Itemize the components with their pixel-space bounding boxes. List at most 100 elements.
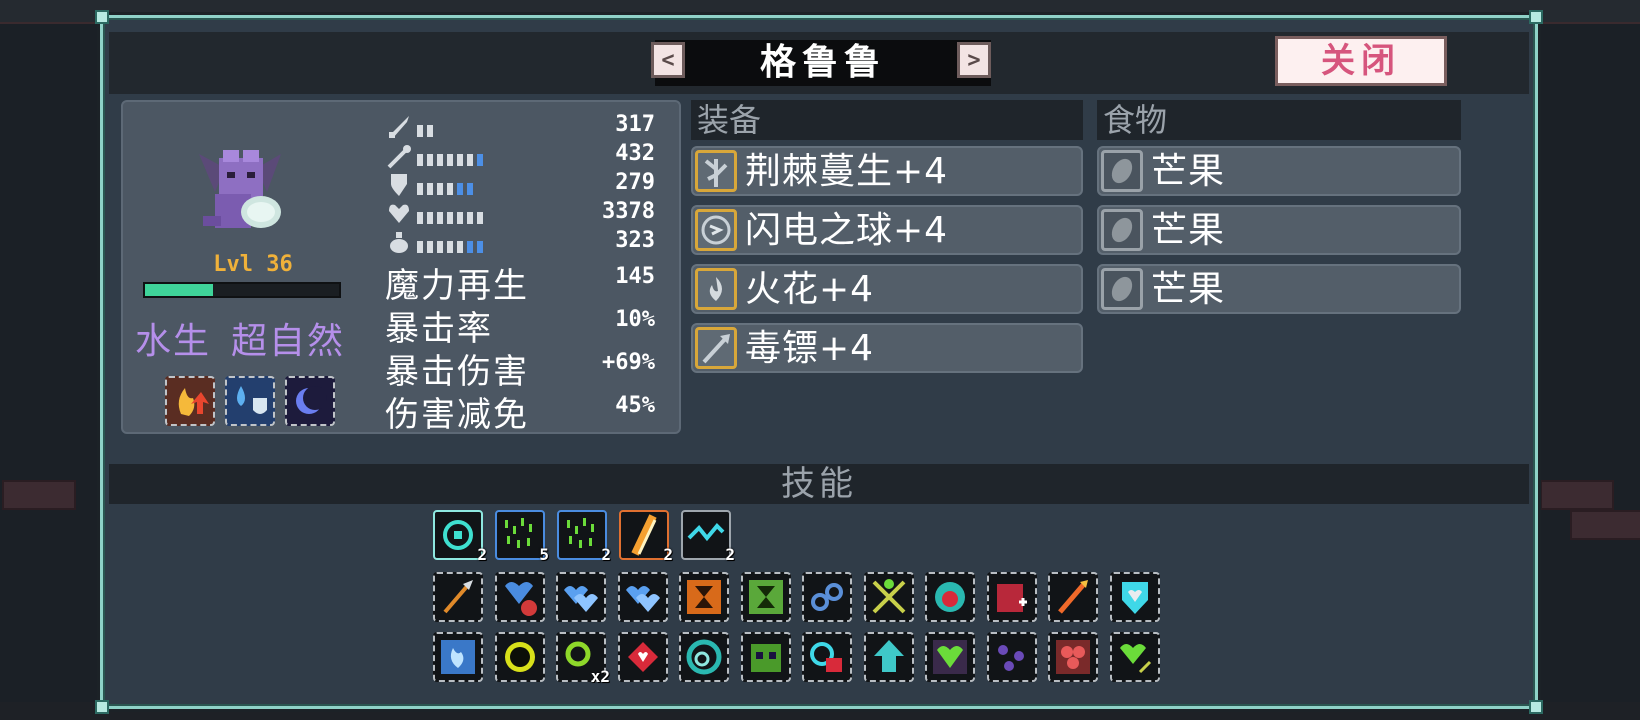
skill-art (873, 640, 904, 672)
panel-corner (1529, 700, 1543, 714)
stat-pip (417, 183, 423, 195)
lightning-wave-icon[interactable]: 2 (681, 510, 735, 564)
equipment-slot[interactable]: 荆棘蔓生+4 (691, 146, 1083, 196)
fire-up-badge-icon[interactable] (165, 376, 215, 426)
stat-pip (447, 212, 453, 224)
monster-info-panel: < > 格鲁鲁 关闭 Lvl 36 水生 超自然 317 432 279 337… (95, 10, 1543, 714)
stat-pip (417, 154, 423, 166)
skill-art (996, 584, 1027, 612)
skill-art (748, 580, 783, 614)
mana-flask-icon (385, 228, 413, 256)
equipment-name: 闪电之球+4 (745, 210, 949, 251)
skill-art (1121, 582, 1148, 614)
stat-row: 3378 (385, 199, 675, 227)
skill-art (504, 582, 537, 616)
stat-label: 魔力再生 (385, 266, 529, 306)
stat-label: 伤害减免 (385, 395, 529, 435)
stat-pips (417, 238, 487, 253)
stat-pip (477, 212, 483, 224)
stat-pips (417, 209, 487, 224)
food-slot[interactable]: 芒果 (1097, 264, 1461, 314)
equipment-slot[interactable]: 闪电之球+4 (691, 205, 1083, 255)
food-slot[interactable]: 芒果 (1097, 146, 1461, 196)
stat-pip (437, 212, 443, 224)
food-header: 食物 (1097, 100, 1461, 140)
food-slot[interactable]: 芒果 (1097, 205, 1461, 255)
stat-pip (457, 212, 463, 224)
panel-corner (95, 700, 109, 714)
stat-pip (447, 183, 453, 195)
stat-pip (467, 212, 473, 224)
bg-brick (1540, 480, 1614, 510)
food-name: 芒果 (1151, 210, 1226, 251)
stat-value: +69% (602, 350, 655, 375)
crosshair-orb-icon[interactable]: 2 (433, 510, 487, 564)
green-ring-icon[interactable]: x2 (556, 632, 610, 686)
green-heart-icon[interactable] (925, 632, 975, 682)
food-name: 芒果 (1151, 151, 1226, 192)
stat-pip (427, 212, 433, 224)
vortex-icon[interactable] (679, 632, 729, 682)
spark-icon (695, 268, 737, 310)
skill-art (687, 580, 721, 614)
stat-pip (457, 183, 463, 195)
heart-shield-icon[interactable] (494, 572, 545, 622)
demon-face-icon[interactable] (740, 632, 791, 682)
moon-badge-icon[interactable] (285, 376, 335, 426)
type-label: 水生 (135, 321, 212, 362)
prev-monster-button[interactable]: < (651, 42, 685, 78)
skill-art (750, 644, 781, 672)
green-rain-icon[interactable]: 5 (495, 510, 549, 564)
bg-brick (2, 480, 76, 510)
red-gem-icon[interactable] (617, 632, 668, 682)
stat-pip (467, 183, 473, 195)
up-arrow-icon[interactable] (863, 632, 914, 682)
close-button[interactable]: 关闭 (1275, 36, 1447, 86)
stat-pip (427, 154, 433, 166)
shield-icon (385, 170, 413, 198)
chain-link-icon[interactable] (802, 572, 852, 622)
equipment-slot[interactable]: 毒镖+4 (691, 323, 1083, 373)
stat-row: 279 (385, 170, 675, 198)
lock-eye-icon[interactable] (802, 632, 852, 682)
purple-orbs-icon[interactable] (986, 632, 1037, 682)
crossed-wands-icon[interactable] (863, 572, 914, 622)
water-shield-badge-icon[interactable] (225, 376, 275, 426)
blue-flame-icon[interactable] (433, 632, 483, 682)
skill-art (441, 640, 475, 674)
skull-orb-icon[interactable] (925, 572, 975, 622)
next-monster-button[interactable]: > (957, 42, 991, 78)
skill-count: x2 (590, 667, 610, 686)
heart-arrow-icon[interactable] (1109, 632, 1160, 682)
skill-art (567, 518, 594, 548)
red-hand-icon[interactable] (986, 572, 1037, 622)
stat-value: 45% (615, 393, 655, 418)
monster-portrait (185, 132, 295, 242)
black-sun-icon[interactable] (494, 632, 545, 682)
stat-pip (477, 241, 483, 253)
heart-badge-icon[interactable] (1109, 572, 1160, 622)
red-petals-icon[interactable] (1048, 632, 1098, 682)
stat-crit-damage: 暴击伤害 +69% (385, 344, 675, 392)
stat-label: 暴击率 (385, 309, 493, 349)
green-rain-icon[interactable]: 2 (557, 510, 611, 564)
dagger-icon[interactable] (433, 572, 483, 622)
wand-icon (385, 141, 413, 169)
stat-value: 145 (615, 264, 655, 289)
green-hourglass-icon[interactable] (740, 572, 791, 622)
skill-art (1119, 644, 1151, 674)
mango-icon (1101, 150, 1143, 192)
sword-icon (385, 112, 413, 140)
fire-dagger-icon[interactable] (1048, 572, 1098, 622)
blue-hearts-icon[interactable] (617, 572, 668, 622)
stat-pip (417, 212, 423, 224)
food-name: 芒果 (1151, 269, 1226, 310)
fire-slash-icon[interactable]: 2 (619, 510, 673, 564)
level-label: Lvl 36 (213, 252, 293, 277)
blue-hearts-icon[interactable] (556, 572, 606, 622)
stat-pip (427, 183, 433, 195)
stat-pip (437, 183, 443, 195)
orange-hourglass-icon[interactable] (679, 572, 729, 622)
equipment-slot[interactable]: 火花+4 (691, 264, 1083, 314)
panel-corner (1529, 10, 1543, 24)
